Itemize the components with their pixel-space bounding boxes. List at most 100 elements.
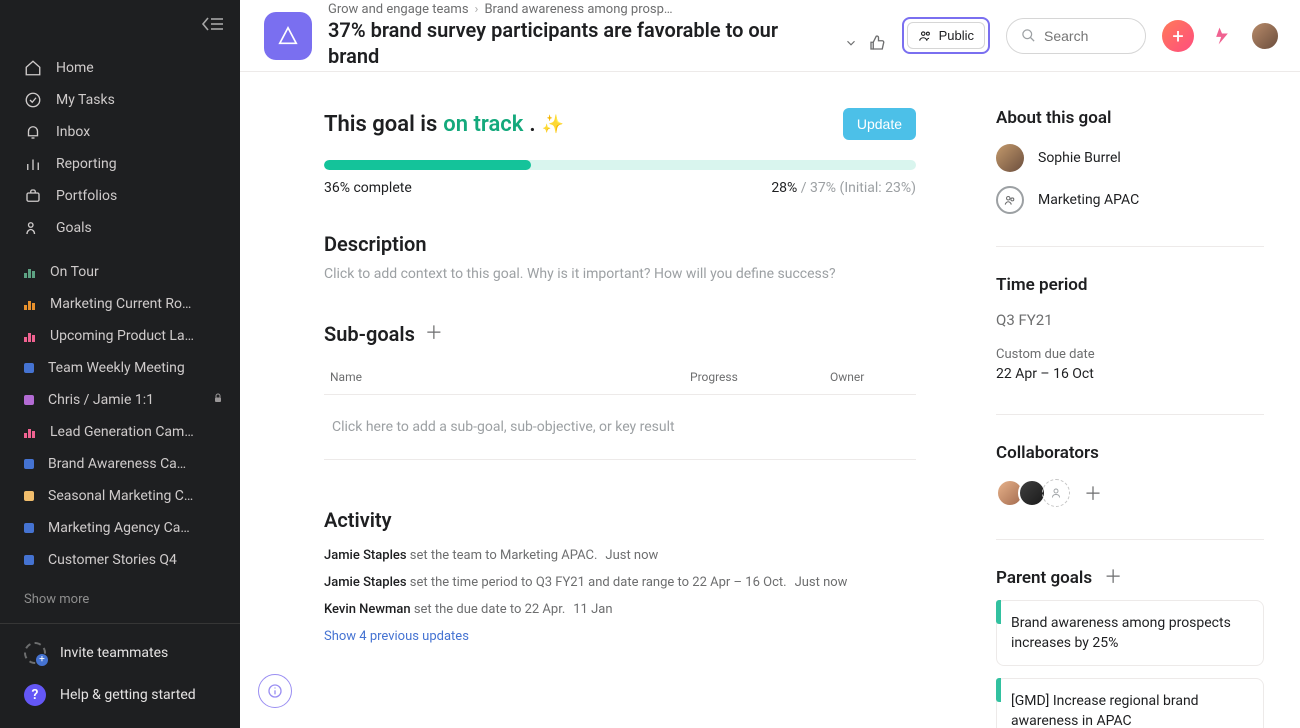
parent-goal-card[interactable]: Brand awareness among prospects increase… [996, 600, 1264, 666]
sidebar-project[interactable]: Customer Stories Q4 [0, 544, 240, 576]
privacy-button[interactable]: Public [907, 22, 985, 49]
projects-list: On Tour Marketing Current Ro… Upcoming Pro… [0, 252, 240, 584]
progress-fill [324, 160, 531, 170]
goal-team-row[interactable]: Marketing APAC [996, 186, 1264, 214]
sidebar-project[interactable]: Lead Generation Cam… [0, 416, 240, 448]
progress-initial: (Initial: 23%) [840, 180, 916, 196]
add-subgoal-icon[interactable]: ＋ [425, 325, 443, 343]
sidebar-project[interactable]: On Tour [0, 256, 240, 288]
nav-label: My Tasks [56, 91, 115, 109]
time-period-heading: Time period [996, 275, 1264, 295]
add-parent-goal-icon[interactable]: ＋ [1104, 569, 1122, 587]
sidebar-project[interactable]: Marketing Agency Ca… [0, 512, 240, 544]
title-menu-chevron-icon[interactable] [844, 36, 858, 50]
parent-goal-card[interactable]: [GMD] Increase regional brand awareness … [996, 678, 1264, 728]
activity-text: set the team to Marketing APAC. [410, 548, 598, 563]
add-collaborator-slot[interactable] [1042, 479, 1070, 507]
activity-time: 11 Jan [573, 602, 612, 617]
goal-status: This goal is on track. ✨ [324, 112, 564, 137]
subgoals-heading: Sub-goals [324, 322, 415, 346]
progress-current: 28% [771, 180, 797, 196]
custom-due-date-value[interactable]: 22 Apr – 16 Oct [996, 366, 1264, 382]
add-collaborator-icon[interactable]: ＋ [1084, 480, 1102, 506]
parent-goal-title: Brand awareness among prospects increase… [1011, 615, 1231, 651]
crumb[interactable]: Brand awareness among prosp… [484, 2, 672, 17]
description-heading: Description [324, 232, 916, 256]
activity-text: set the time period to Q3 FY21 and date … [410, 575, 787, 590]
nav-home[interactable]: Home [0, 52, 240, 84]
project-label: Brand Awareness Ca… [48, 455, 224, 473]
check-circle-icon [24, 91, 42, 109]
nav-label: Portfolios [56, 187, 117, 205]
invite-icon [24, 642, 46, 664]
nav-goals[interactable]: Goals [0, 212, 240, 244]
page-title: 37% brand survey participants are favora… [328, 17, 834, 69]
nav-portfolios[interactable]: Portfolios [0, 180, 240, 212]
col-name: Name [330, 370, 690, 384]
home-icon [24, 59, 42, 77]
invite-label: Invite teammates [60, 645, 168, 661]
progress-bar [324, 160, 916, 170]
project-label: Marketing Current Ro… [50, 295, 224, 313]
sidebar-project[interactable]: Chris / Jamie 1:1 [0, 384, 240, 416]
help-getting-started[interactable]: ? Help & getting started [0, 674, 240, 716]
owner-name: Sophie Burrel [1038, 150, 1121, 166]
sidebar-project[interactable]: Marketing Current Ro… [0, 288, 240, 320]
activity-heading: Activity [324, 508, 916, 532]
nav-reporting[interactable]: Reporting [0, 148, 240, 180]
nav-my-tasks[interactable]: My Tasks [0, 84, 240, 116]
collapse-sidebar-icon[interactable] [200, 15, 224, 33]
show-more-projects[interactable]: Show more [0, 584, 240, 615]
activity-item: Kevin Newman set the due date to 22 Apr.… [324, 596, 916, 623]
activity-time: Just now [795, 575, 848, 590]
col-progress: Progress [690, 370, 830, 384]
search-input[interactable] [1044, 28, 1124, 44]
sidebar-project[interactable]: Team Weekly Meeting [0, 352, 240, 384]
breadcrumb[interactable]: Grow and engage teams › Brand awareness … [328, 2, 886, 17]
invite-teammates[interactable]: Invite teammates [0, 632, 240, 674]
bell-icon [24, 123, 42, 141]
activity-item: Jamie Staples set the team to Marketing … [324, 542, 916, 569]
project-label: Lead Generation Cam… [50, 423, 224, 441]
upgrade-icon[interactable] [1210, 24, 1234, 48]
custom-due-date-label: Custom due date [996, 347, 1264, 362]
like-icon[interactable] [868, 34, 886, 52]
time-period-value[interactable]: Q3 FY21 [996, 311, 1264, 329]
user-avatar[interactable] [1250, 21, 1280, 51]
chart-icon [24, 330, 36, 342]
project-label: Seasonal Marketing C… [48, 487, 224, 505]
info-fab-icon[interactable] [258, 674, 292, 708]
activity-time: Just now [605, 548, 658, 563]
sidebar-project[interactable]: Brand Awareness Ca… [0, 448, 240, 480]
sidebar-project[interactable]: Seasonal Marketing C… [0, 480, 240, 512]
activity-actor: Jamie Staples [324, 575, 407, 590]
crumb[interactable]: Grow and engage teams [328, 2, 469, 17]
mountain-icon [24, 219, 42, 237]
project-dot-icon [24, 523, 34, 533]
status-suffix: . [529, 112, 535, 137]
activity-text: set the due date to 22 Apr. [414, 602, 565, 617]
sidebar-project[interactable]: Upcoming Product La… [0, 320, 240, 352]
team-icon [996, 186, 1024, 214]
divider [0, 623, 240, 624]
show-previous-updates[interactable]: Show 4 previous updates [324, 623, 916, 644]
description-placeholder[interactable]: Click to add context to this goal. Why i… [324, 266, 916, 282]
chevron-right-icon: › [475, 2, 479, 17]
project-dot-icon [24, 491, 34, 501]
col-owner: Owner [830, 370, 910, 384]
collaborators-row: ＋ [996, 479, 1264, 507]
global-add-button[interactable]: + [1162, 20, 1194, 52]
search-box[interactable] [1006, 18, 1146, 54]
about-heading: About this goal [996, 108, 1264, 128]
progress-target: 37% [810, 180, 836, 196]
project-dot-icon [24, 459, 34, 469]
nav-inbox[interactable]: Inbox [0, 116, 240, 148]
search-icon [1021, 28, 1036, 43]
subgoal-placeholder[interactable]: Click here to add a sub-goal, sub-object… [324, 395, 916, 460]
progress-meta: 36% complete 28% / 37% (Initial: 23%) [324, 180, 916, 196]
goal-owner-row[interactable]: Sophie Burrel [996, 144, 1264, 172]
activity-actor: Jamie Staples [324, 548, 407, 563]
chart-icon [24, 426, 36, 438]
update-button[interactable]: Update [843, 108, 916, 140]
status-value: on track [443, 112, 523, 137]
